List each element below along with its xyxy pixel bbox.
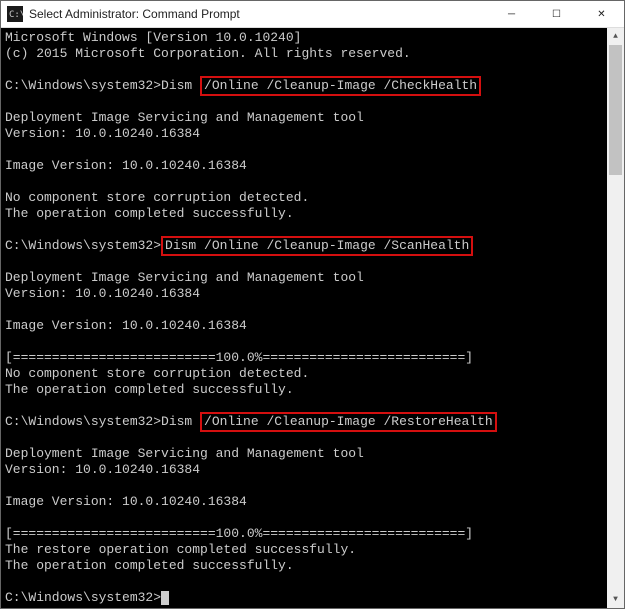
svg-text:C:\: C:\ <box>9 10 23 20</box>
output-line: Image Version: 10.0.10240.16384 <box>5 494 247 509</box>
highlight-box: /Online /Cleanup-Image /CheckHealth <box>200 76 481 96</box>
output-line: Deployment Image Servicing and Managemen… <box>5 270 364 285</box>
output-line: Version: 10.0.10240.16384 <box>5 462 200 477</box>
output-line: Version: 10.0.10240.16384 <box>5 286 200 301</box>
text-cursor <box>161 591 169 605</box>
highlight-box: /Online /Cleanup-Image /RestoreHealth <box>200 412 497 432</box>
output-line: No component store corruption detected. <box>5 366 309 381</box>
close-button[interactable]: ✕ <box>579 1 624 27</box>
vertical-scrollbar[interactable]: ▲ ▼ <box>607 28 624 608</box>
output-line: The operation completed successfully. <box>5 558 294 573</box>
output-line: The restore operation completed successf… <box>5 542 356 557</box>
console-output[interactable]: Microsoft Windows [Version 10.0.10240] (… <box>1 28 607 608</box>
maximize-button[interactable]: ☐ <box>534 1 579 27</box>
highlight-box: Dism /Online /Cleanup-Image /ScanHealth <box>161 236 473 256</box>
scroll-up-arrow[interactable]: ▲ <box>607 28 624 45</box>
command-text: Dism <box>161 414 200 429</box>
progress-bar: [==========================100.0%=======… <box>5 526 473 541</box>
output-line: Deployment Image Servicing and Managemen… <box>5 110 364 125</box>
output-line: Microsoft Windows [Version 10.0.10240] <box>5 30 301 45</box>
window-controls: ─ ☐ ✕ <box>489 1 624 27</box>
output-line: Image Version: 10.0.10240.16384 <box>5 318 247 333</box>
prompt-path: C:\Windows\system32> <box>5 238 161 253</box>
output-line: (c) 2015 Microsoft Corporation. All righ… <box>5 46 411 61</box>
window-title: Select Administrator: Command Prompt <box>29 7 489 21</box>
scroll-down-arrow[interactable]: ▼ <box>607 591 624 608</box>
command-prompt-window: C:\ Select Administrator: Command Prompt… <box>0 0 625 609</box>
output-line: Deployment Image Servicing and Managemen… <box>5 446 364 461</box>
output-line: Version: 10.0.10240.16384 <box>5 126 200 141</box>
console-area: Microsoft Windows [Version 10.0.10240] (… <box>1 28 624 608</box>
output-line: Image Version: 10.0.10240.16384 <box>5 158 247 173</box>
command-text: Dism <box>161 78 200 93</box>
output-line: The operation completed successfully. <box>5 206 294 221</box>
prompt-path: C:\Windows\system32> <box>5 78 161 93</box>
output-line: The operation completed successfully. <box>5 382 294 397</box>
minimize-button[interactable]: ─ <box>489 1 534 27</box>
output-line: No component store corruption detected. <box>5 190 309 205</box>
progress-bar: [==========================100.0%=======… <box>5 350 473 365</box>
titlebar[interactable]: C:\ Select Administrator: Command Prompt… <box>1 1 624 28</box>
prompt-path: C:\Windows\system32> <box>5 414 161 429</box>
cmd-icon: C:\ <box>7 6 23 22</box>
scroll-thumb[interactable] <box>609 45 622 175</box>
prompt-path: C:\Windows\system32> <box>5 590 161 605</box>
